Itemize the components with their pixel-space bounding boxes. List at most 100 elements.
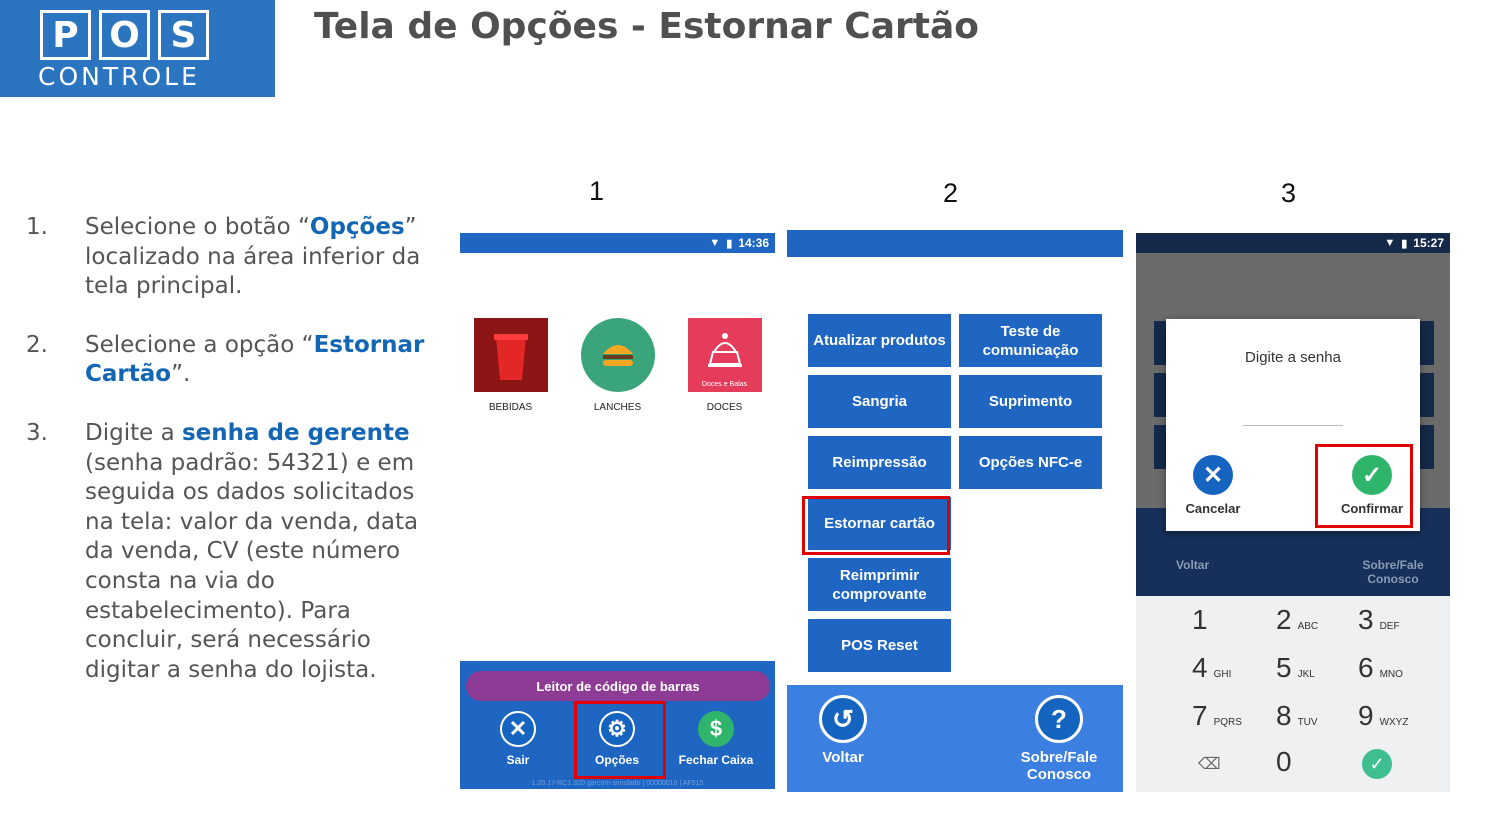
enter-check-icon[interactable]: ✓ (1362, 749, 1392, 779)
cup-icon (473, 318, 548, 392)
category-label: BEBIDAS (488, 402, 533, 413)
key-letters: ABC (1297, 621, 1319, 632)
status-time: 14:36 (738, 236, 769, 250)
button-label: Voltar (822, 749, 864, 766)
key-0[interactable]: 0 (1276, 746, 1292, 778)
status-bar: ▼ ▮ 14:36 (460, 233, 775, 253)
dialog-prompt: Digite a senha (1245, 349, 1341, 366)
key-9[interactable]: 9 WXYZ (1358, 700, 1408, 732)
key-1[interactable]: 1 (1192, 604, 1208, 636)
password-field[interactable] (1243, 425, 1343, 426)
step-number: 2. (26, 331, 48, 358)
page-title: Tela de Opções - Estornar Cartão (314, 6, 979, 47)
pos-reset-button[interactable]: POS Reset (808, 619, 951, 672)
reprint-button[interactable]: Reimpressão (808, 436, 951, 489)
category-doces[interactable]: Doces e Balas DOCES (687, 318, 762, 413)
step-number: 3. (26, 419, 48, 446)
key-7[interactable]: 7 PQRS (1192, 700, 1242, 732)
close-icon: ✕ (500, 711, 536, 747)
screen-label-3: 3 (1281, 178, 1297, 208)
category-bebidas[interactable]: BEBIDAS (473, 318, 548, 413)
logo-letter: P (40, 10, 91, 60)
pos-controle-logo: P O S CONTROLE (0, 0, 275, 97)
key-digit: 0 (1276, 746, 1292, 777)
dimmed-back-label: Voltar (1176, 558, 1210, 572)
exit-button[interactable]: ✕ Sair (468, 711, 568, 767)
dimmed-about-label: Sobre/Fale Conosco (1362, 558, 1424, 586)
key-8[interactable]: 8 TUV (1276, 700, 1318, 732)
screen-label-2: 2 (943, 178, 959, 208)
cancel-button[interactable]: ✕ Cancelar (1173, 455, 1253, 516)
step-highlight: Opções (309, 214, 405, 240)
battery-icon: ▮ (1401, 237, 1408, 250)
highlight-options (574, 701, 666, 779)
key-letters: TUV (1297, 717, 1318, 728)
key-digit: 5 (1276, 652, 1292, 683)
key-digit: 8 (1276, 700, 1292, 731)
key-digit: 1 (1192, 604, 1208, 635)
step-highlight: senha de gerente (181, 419, 410, 446)
screen-label-1: 1 (589, 176, 605, 206)
version-text: 1.20.17-RC1.320 garcom-simulado | 000000… (531, 780, 704, 787)
key-digit: 7 (1192, 700, 1208, 731)
step-text: Selecione a opção “ (85, 331, 314, 358)
burger-icon (580, 318, 655, 392)
key-6[interactable]: 6 MNO (1358, 652, 1403, 684)
key-2[interactable]: 2 ABC (1276, 604, 1318, 636)
barcode-reader-button[interactable]: Leitor de código de barras (466, 671, 770, 701)
dollar-icon: $ (698, 711, 734, 747)
nfce-options-button[interactable]: Opções NFC-e (959, 436, 1102, 489)
button-label: Cancelar (1185, 501, 1241, 516)
status-bar: ▼ ▮ 15:27 (1136, 233, 1450, 253)
button-label: Sair (506, 753, 530, 767)
logo-letter: O (99, 10, 150, 60)
about-button[interactable]: ? Sobre/Fale Conosco (1013, 695, 1105, 783)
category-caption: Doces e Balas (701, 381, 748, 388)
back-button[interactable]: ↺ Voltar (819, 695, 867, 766)
key-digit: 4 (1192, 652, 1208, 683)
key-letters: PQRS (1213, 717, 1242, 728)
status-bar (787, 230, 1123, 257)
wifi-icon: ▼ (709, 237, 721, 249)
key-letters: JKL (1297, 669, 1315, 680)
wifi-icon: ▼ (1384, 237, 1396, 249)
instruction-step: 2. Selecione a opção “Estornar Cartão”. (26, 331, 426, 390)
category-lanches[interactable]: LANCHES (580, 318, 655, 413)
battery-icon: ▮ (726, 237, 733, 250)
key-letters: DEF (1379, 621, 1400, 632)
step-text: Selecione o botão “ (85, 214, 310, 240)
key-digit: 2 (1276, 604, 1292, 635)
key-4[interactable]: 4 GHI (1192, 652, 1231, 684)
category-label: LANCHES (593, 402, 642, 413)
key-3[interactable]: 3 DEF (1358, 604, 1400, 636)
highlight-refund (802, 496, 950, 555)
step-number: 1. (26, 214, 48, 240)
numeric-keypad: 1 2 ABC 3 DEF 4 GHI 5 JKL 6 MNO 7 PQRS 8 TUV 9W… (1136, 596, 1450, 792)
backspace-icon[interactable]: ⌫ (1198, 754, 1221, 774)
help-icon: ? (1035, 695, 1083, 743)
test-communication-button[interactable]: Teste de comunicação (959, 314, 1102, 367)
instruction-list: 1. Selecione o botão “Opções” localizado… (26, 213, 426, 714)
status-time: 15:27 (1413, 236, 1444, 250)
sangria-button[interactable]: Sangria (808, 375, 951, 428)
key-digit: 9 (1358, 700, 1374, 731)
key-letters: MNO (1379, 669, 1403, 680)
key-digit: 3 (1358, 604, 1374, 635)
logo-subtitle: CONTROLE (38, 62, 200, 91)
suprimento-button[interactable]: Suprimento (959, 375, 1102, 428)
logo-letter: S (158, 10, 209, 60)
reprint-receipt-button[interactable]: Reimprimir comprovante (808, 558, 951, 611)
key-letters: GHI (1213, 669, 1232, 680)
button-label: Sobre/Fale Conosco (1020, 749, 1098, 783)
key-5[interactable]: 5 JKL (1276, 652, 1315, 684)
key-digit: 6 (1358, 652, 1374, 683)
instruction-step: 3. Digite a senha de gerente (senha padr… (26, 419, 426, 685)
bottom-bar: ↺ Voltar ? Sobre/Fale Conosco (787, 685, 1123, 792)
category-label: DOCES (706, 402, 743, 413)
step-text: ”. (171, 361, 191, 388)
close-register-button[interactable]: $ Fechar Caixa (666, 711, 766, 767)
instruction-step: 1. Selecione o botão “Opções” localizado… (26, 213, 426, 302)
button-label: Fechar Caixa (678, 753, 754, 767)
cake-icon: Doces e Balas (687, 318, 762, 392)
update-products-button[interactable]: Atualizar produtos (808, 314, 951, 367)
